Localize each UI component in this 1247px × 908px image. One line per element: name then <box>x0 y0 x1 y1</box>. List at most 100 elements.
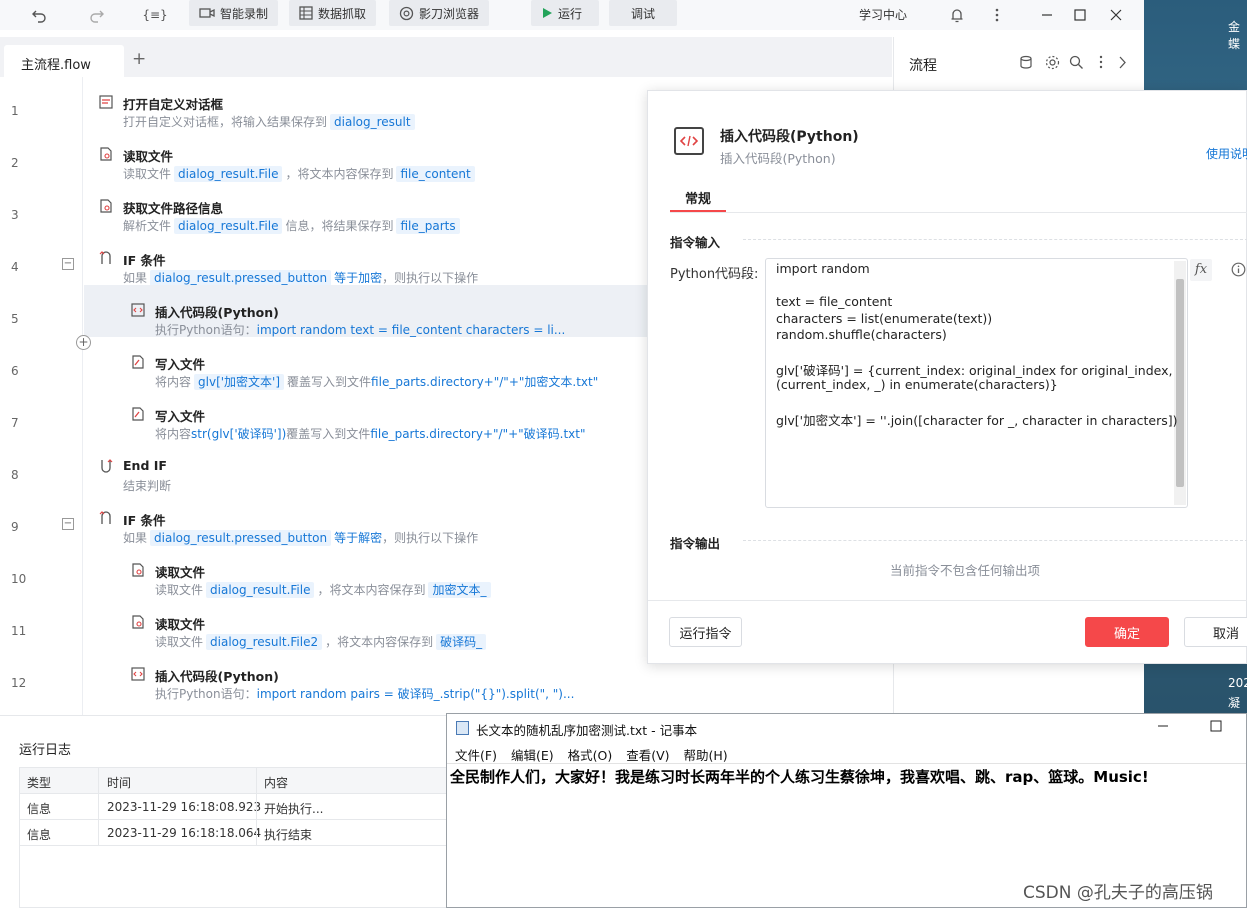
step-description: 读取文件 dialog_result.File ，将文本内容保存到 加密文本_ <box>155 581 494 598</box>
redo-icon[interactable] <box>86 4 108 26</box>
minimize-icon[interactable] <box>1157 720 1169 732</box>
step-description: 执行Python语句：import random text = file_con… <box>155 321 565 338</box>
section-divider <box>743 239 1247 240</box>
description-text: 如果 <box>123 531 148 545</box>
description-text: 如果 <box>123 271 148 285</box>
cancel-button[interactable]: 取消 <box>1184 617 1247 647</box>
menu-help[interactable]: 帮助(H) <box>684 745 728 764</box>
help-link[interactable]: 使用说明 <box>1206 145 1247 162</box>
step-title: 读取文件 <box>155 617 206 632</box>
log-header-row: 类型 时间 内容 <box>20 768 450 794</box>
learning-center-link[interactable]: 学习中心 <box>859 6 907 23</box>
description-text: 覆盖写入到文件 <box>287 375 372 389</box>
line-number: 5 <box>11 312 19 326</box>
line-number: 9 <box>11 520 19 534</box>
collapse-toggle[interactable]: − <box>62 258 74 270</box>
code-scrollbar[interactable] <box>1174 261 1186 505</box>
log-time: 2023-11-29 16:18:08.923 <box>107 800 262 814</box>
add-tab-button[interactable]: + <box>132 49 146 69</box>
notepad-title: 长文本的随机乱序加密测试.txt - 记事本 <box>476 723 698 738</box>
variable-token[interactable]: dialog_result.File2 <box>206 634 323 650</box>
bell-icon[interactable] <box>946 4 968 26</box>
collapse-toggle[interactable]: − <box>62 518 74 530</box>
variable-token[interactable]: 破译码_ <box>436 634 487 650</box>
confirm-button[interactable]: 确定 <box>1085 617 1169 647</box>
maximize-icon[interactable] <box>1210 720 1222 732</box>
variable-token[interactable]: 加密文本_ <box>428 582 491 598</box>
variable-token[interactable]: dialog_result.pressed_button <box>150 530 332 546</box>
menu-view[interactable]: 查看(V) <box>626 745 669 764</box>
notepad-content: 全民制作人们，大家好！我是练习时长两年半的个人练习生蔡徐坤，我喜欢唱、跳、rap… <box>450 768 1149 786</box>
play-icon <box>543 8 552 18</box>
fx-button[interactable]: fx <box>1190 259 1212 281</box>
line-number: 1 <box>11 104 19 118</box>
close-icon[interactable] <box>1105 4 1127 26</box>
desktop-icon-label: 金蝶 <box>1228 20 1241 51</box>
log-content: 开始执行... <box>264 802 324 816</box>
run-log-table: 类型 时间 内容 信息 2023-11-29 16:18:08.923 开始执行… <box>19 767 450 908</box>
run-command-button[interactable]: 运行指令 <box>669 617 742 647</box>
column-divider <box>98 768 99 846</box>
menu-file[interactable]: 文件(F) <box>455 745 497 764</box>
data-capture-button[interactable]: 数据抓取 <box>289 0 377 26</box>
variable-token[interactable]: file_content <box>396 166 475 182</box>
more-vertical-icon[interactable] <box>986 4 1008 26</box>
expression-token: import random pairs = 破译码_.strip("{}").s… <box>256 687 575 701</box>
smart-record-label: 智能录制 <box>220 6 269 21</box>
smart-record-button[interactable]: 智能录制 <box>189 0 279 26</box>
browser-label: 影刀浏览器 <box>419 6 480 21</box>
variable-token[interactable]: dialog_result.File <box>174 218 283 234</box>
step-description: 将内容 glv['加密文本'] 覆盖写入到文件file_parts.director… <box>155 373 598 390</box>
browser-button[interactable]: 影刀浏览器 <box>389 0 490 26</box>
python-code-editor[interactable]: import random text = file_content characte… <box>765 258 1188 508</box>
menu-edit[interactable]: 编辑(E) <box>511 745 554 764</box>
step-description: 执行Python语句：import random pairs = 破译码_.st… <box>155 685 574 702</box>
dialog-icon <box>99 95 113 109</box>
tab-general[interactable]: 常规 <box>685 188 711 207</box>
database-icon[interactable] <box>1019 55 1034 70</box>
write-file-icon <box>131 407 145 421</box>
line-number: 2 <box>11 156 19 170</box>
settings-gear-icon[interactable] <box>1045 55 1060 70</box>
log-header-content: 内容 <box>264 776 289 790</box>
step-description: 读取文件 dialog_result.File ，将文本内容保存到 file_cont… <box>123 165 478 182</box>
run-button[interactable]: 运行 <box>531 0 599 26</box>
line-number: 7 <box>11 416 19 430</box>
variable-token[interactable]: dialog_result.File <box>174 166 283 182</box>
step-title: 读取文件 <box>155 565 206 580</box>
chevron-right-icon[interactable] <box>1118 56 1126 69</box>
dialog-title: 插入代码段(Python) <box>720 129 859 145</box>
log-header-time: 时间 <box>107 776 132 790</box>
variable-token[interactable]: dialog_result.pressed_button <box>150 270 332 286</box>
tab-main-flow[interactable]: 主流程.flow <box>4 45 124 77</box>
description-text: 读取文件 <box>155 635 204 649</box>
minimize-icon[interactable] <box>1036 4 1058 26</box>
variable-token[interactable]: file_parts <box>396 218 460 234</box>
footer-divider <box>648 600 1247 601</box>
browser-icon <box>399 6 414 20</box>
expression-token: 等于加密 <box>334 271 383 285</box>
variable-token[interactable]: dialog_result <box>330 114 415 130</box>
section-input-title: 指令输入 <box>670 235 721 250</box>
debug-button[interactable]: 调试 <box>609 0 677 26</box>
description-text: 覆盖写入到文件 <box>286 427 371 441</box>
variables-icon[interactable]: {≡} <box>138 4 172 26</box>
menu-format[interactable]: 格式(O) <box>568 745 613 764</box>
info-icon[interactable] <box>1231 262 1246 277</box>
more-vertical-icon[interactable] <box>1099 55 1103 69</box>
insert-step-button[interactable]: + <box>76 335 91 350</box>
maximize-icon[interactable] <box>1069 4 1091 26</box>
variable-token[interactable]: dialog_result.File <box>206 582 315 598</box>
step-title: 插入代码段(Python) <box>155 305 279 320</box>
expression-token: str(glv['破译码']) <box>191 427 287 441</box>
editor-tabs: 主流程.flow + <box>0 37 892 77</box>
video-icon <box>199 8 215 18</box>
search-icon[interactable] <box>1069 55 1084 70</box>
scrollbar-thumb[interactable] <box>1176 279 1184 487</box>
table-row[interactable]: 信息 2023-11-29 16:18:18.064 执行结束 <box>20 820 450 846</box>
debug-label: 调试 <box>630 6 655 21</box>
step-description: 读取文件 dialog_result.File2 ，将文本内容保存到 破译码_ <box>155 633 489 650</box>
variable-token[interactable]: glv['加密文本'] <box>194 374 285 390</box>
undo-icon[interactable] <box>28 4 50 26</box>
table-row[interactable]: 信息 2023-11-29 16:18:08.923 开始执行... <box>20 794 450 820</box>
